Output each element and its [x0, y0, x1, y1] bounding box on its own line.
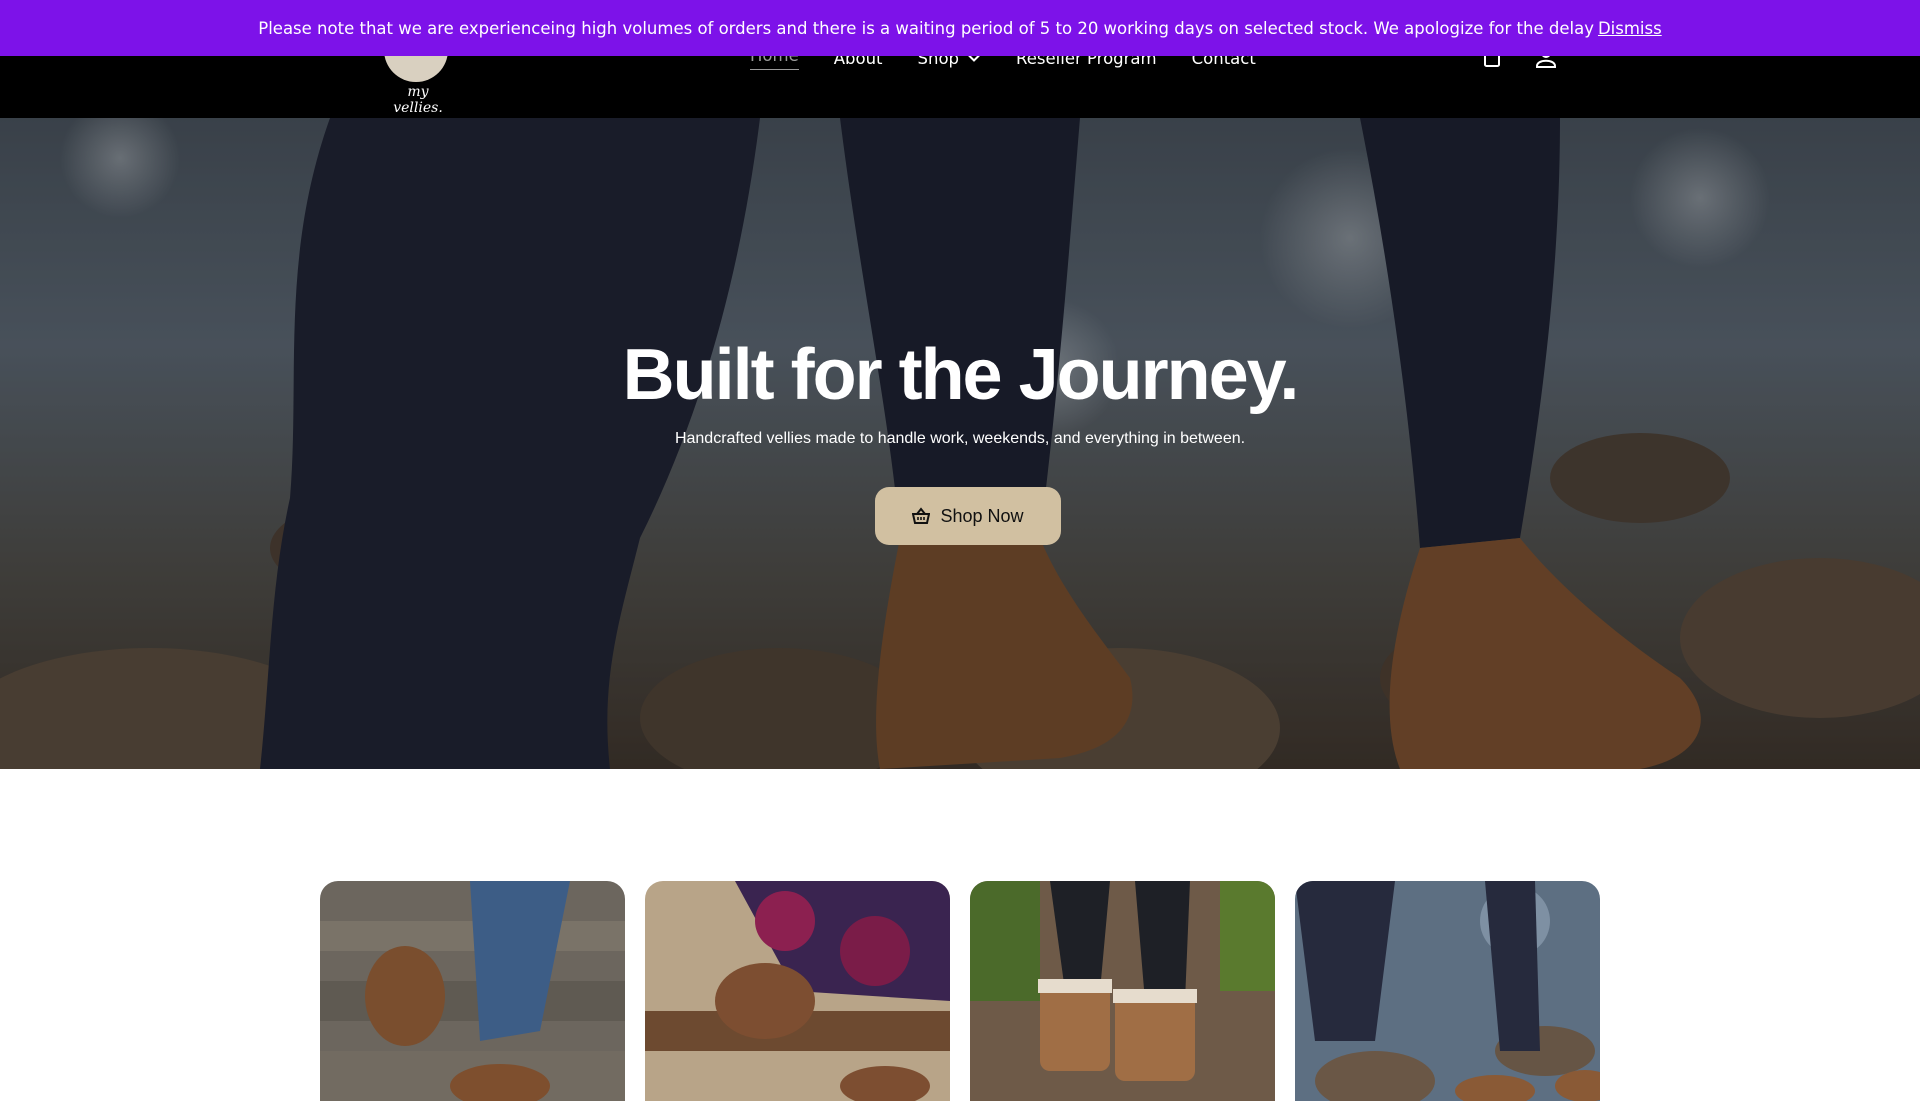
category-card-2[interactable] [645, 881, 950, 1101]
hero-banner: Built for the Journey. Handcrafted velli… [0, 118, 1920, 769]
hero-title: Built for the Journey. [622, 335, 1300, 415]
category-card-3[interactable] [970, 881, 1275, 1101]
notice-bar: Please note that we are experienceing hi… [0, 0, 1920, 56]
card-2-image [645, 881, 950, 1101]
logo-text: my vellies. [393, 84, 443, 116]
basket-icon [912, 507, 931, 524]
hero-content: Built for the Journey. Handcrafted velli… [0, 118, 1920, 769]
category-cards [320, 881, 1600, 1101]
card-3-image [970, 881, 1275, 1101]
dismiss-link[interactable]: Dismiss [1598, 19, 1662, 38]
card-4-image [1295, 881, 1600, 1101]
shop-now-button[interactable]: Shop Now [875, 487, 1061, 545]
notice-text: Please note that we are experienceing hi… [258, 18, 1594, 38]
card-1-image [320, 881, 625, 1101]
category-card-1[interactable] [320, 881, 625, 1101]
category-card-4[interactable] [1295, 881, 1600, 1101]
hero-subtitle: Handcrafted vellies made to handle work,… [674, 430, 1246, 447]
shop-now-label: Shop Now [940, 505, 1024, 526]
